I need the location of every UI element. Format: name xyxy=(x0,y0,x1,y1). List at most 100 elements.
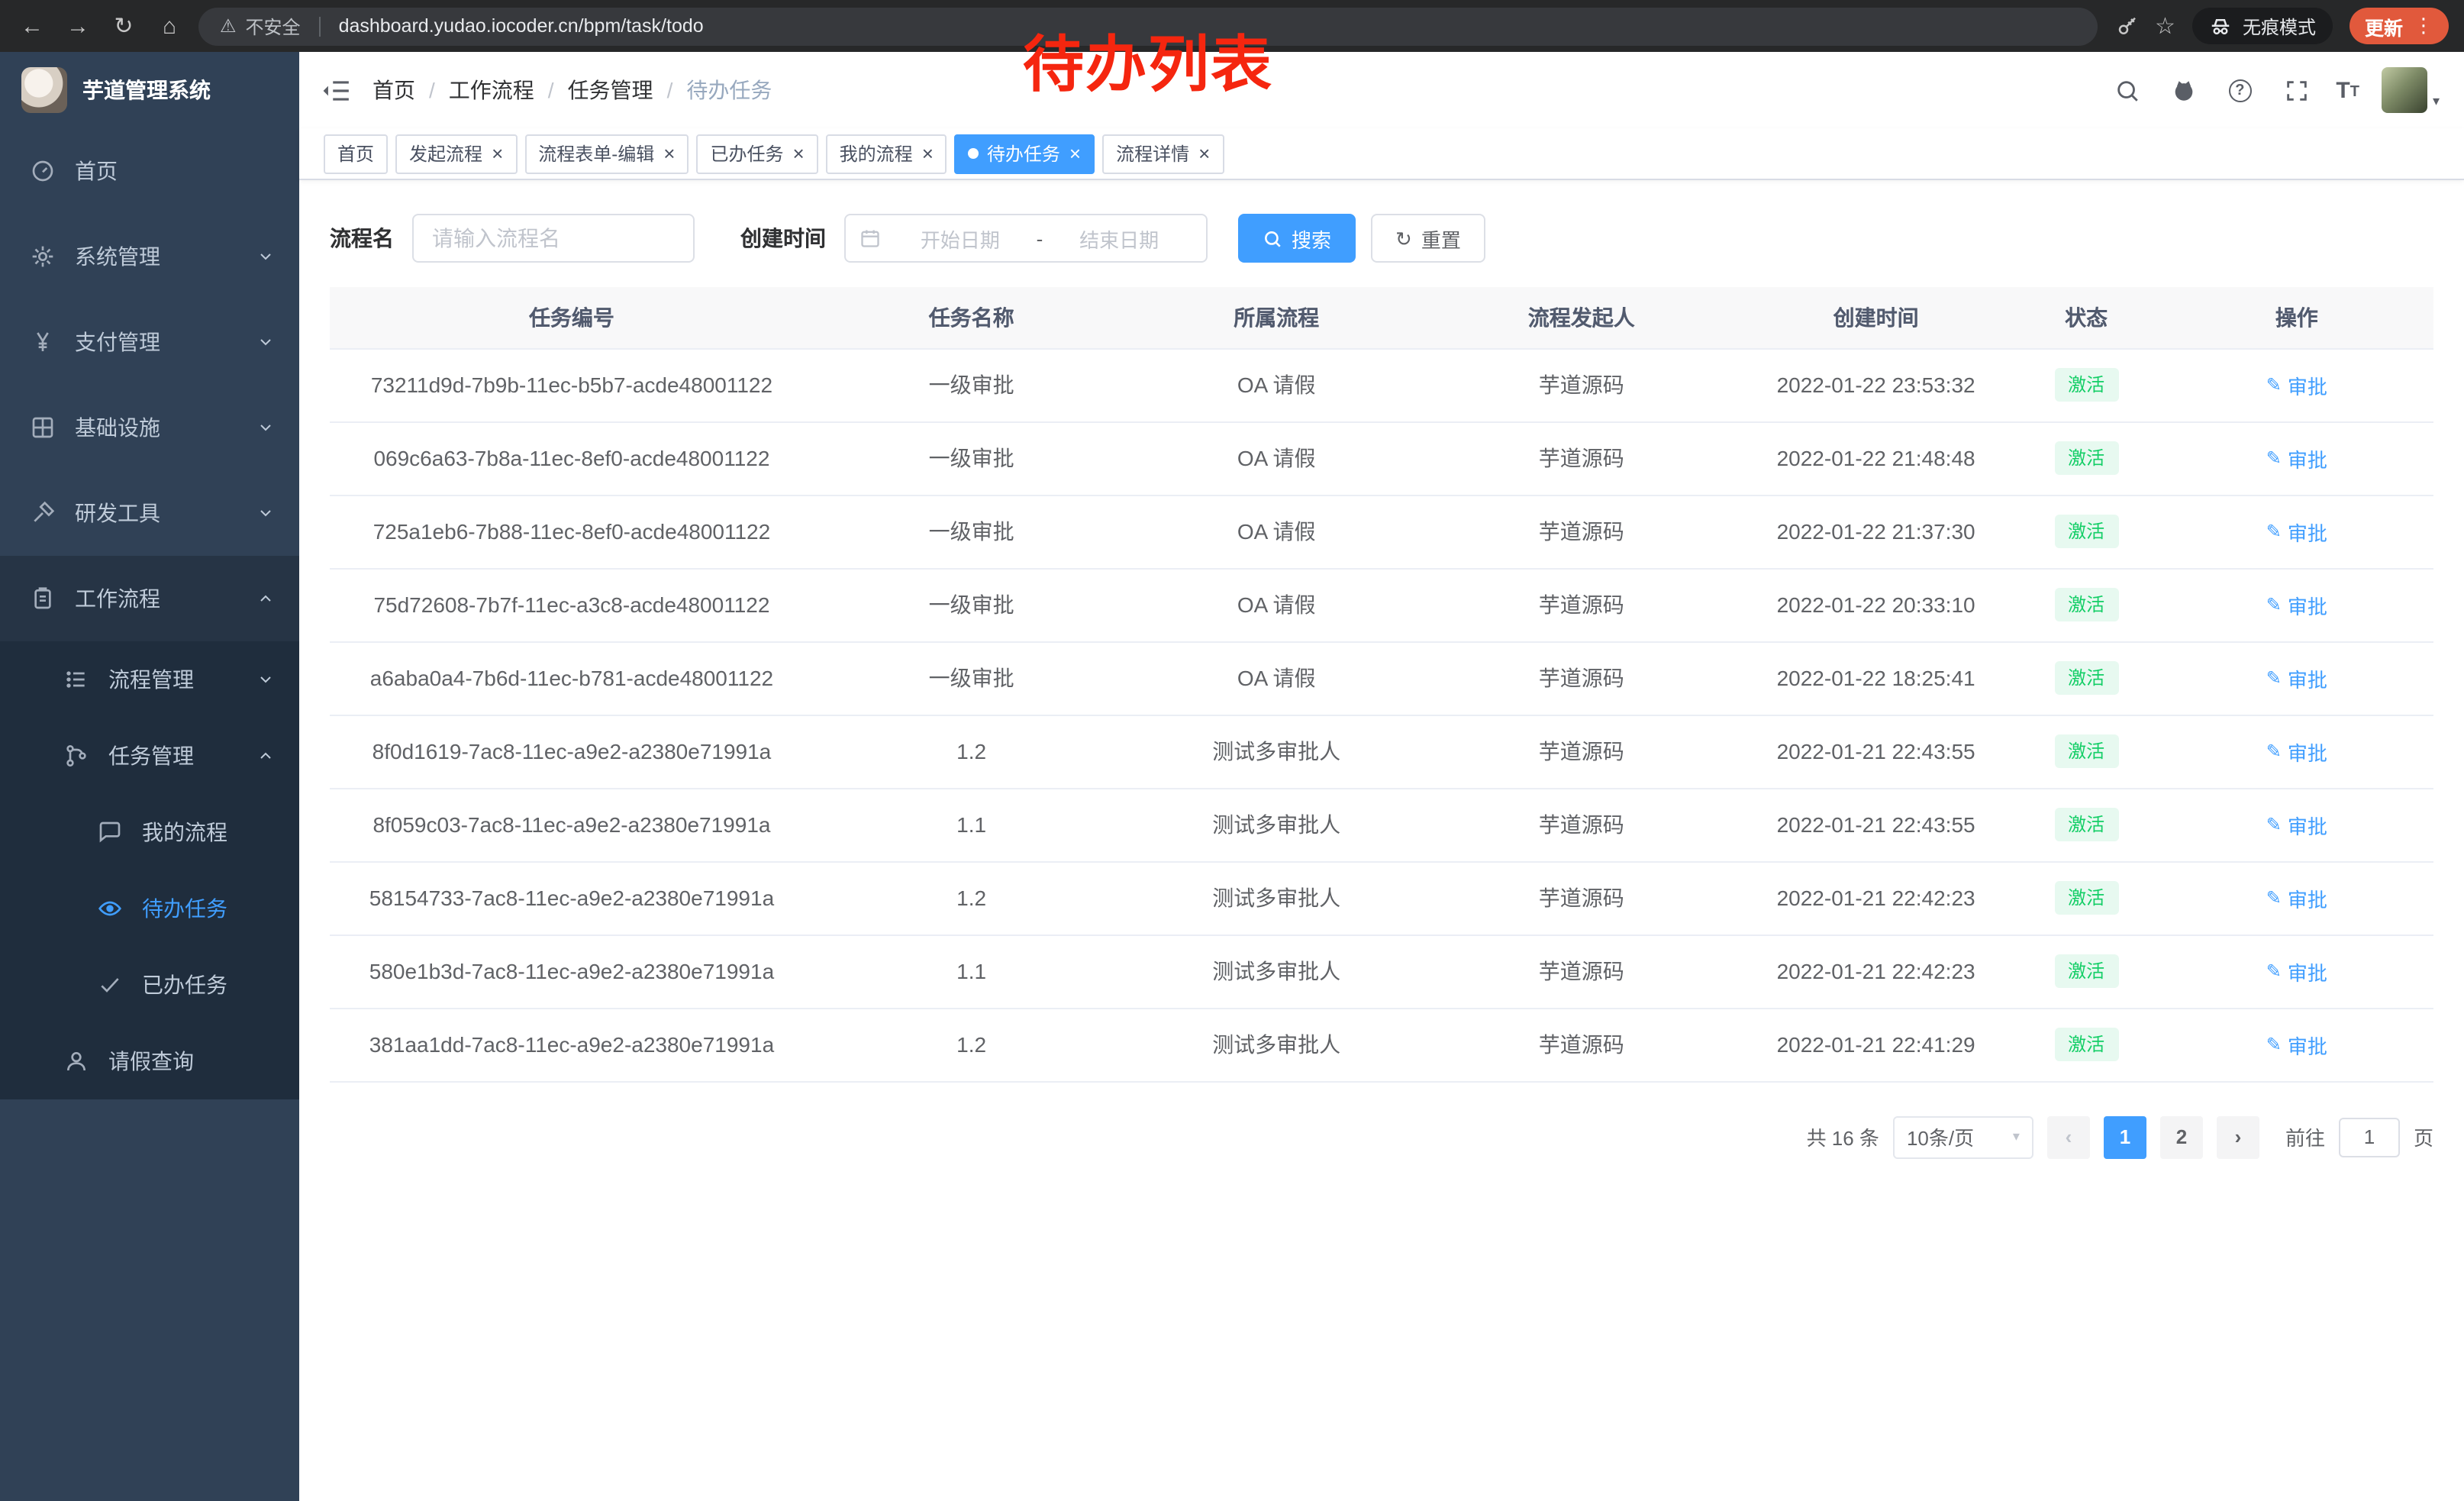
chevron-down-icon xyxy=(256,418,275,437)
browser-back-icon[interactable]: ← xyxy=(12,6,52,46)
edit-pen-icon: ✎ xyxy=(2266,374,2282,395)
tab-todo-tasks[interactable]: 待办任务 × xyxy=(955,134,1095,173)
sidebar-item-leave-query[interactable]: 请假查询 xyxy=(0,1023,299,1099)
status-badge: 激活 xyxy=(2054,588,2118,621)
cell-process: OA 请假 xyxy=(1129,641,1424,715)
breadcrumb-current: 待办任务 xyxy=(686,75,772,105)
cell-initiator: 芋道源码 xyxy=(1424,861,1739,934)
cell-created-at: 2022-01-22 18:25:41 xyxy=(1739,641,2012,715)
page-size-select[interactable]: 10条/页 ▾ xyxy=(1893,1115,2033,1158)
search-icon[interactable] xyxy=(2110,73,2143,107)
search-button[interactable]: 搜索 xyxy=(1238,214,1356,263)
sidebar-item-infra[interactable]: 基础设施 xyxy=(0,385,299,470)
reset-button[interactable]: ↻ 重置 xyxy=(1371,214,1485,263)
status-badge: 激活 xyxy=(2054,954,2118,988)
password-key-icon[interactable] xyxy=(2115,15,2138,37)
sidebar-item-done-tasks[interactable]: 已办任务 xyxy=(0,947,299,1023)
approve-link[interactable]: ✎审批 xyxy=(2266,737,2327,766)
browser-menu-icon[interactable]: ⋮ xyxy=(2414,14,2433,38)
approve-link[interactable]: ✎审批 xyxy=(2266,1030,2327,1059)
sidebar-item-devtools[interactable]: 研发工具 xyxy=(0,470,299,556)
url-text: dashboard.yudao.iocoder.cn/bpm/task/todo xyxy=(339,15,704,37)
close-icon[interactable]: × xyxy=(1069,144,1081,163)
goto-page-input[interactable] xyxy=(2339,1117,2400,1157)
search-icon xyxy=(1263,228,1282,248)
date-range-picker[interactable]: 开始日期 - 结束日期 xyxy=(844,214,1208,263)
breadcrumb-task-mgmt[interactable]: 任务管理 xyxy=(568,75,653,105)
breadcrumb-workflow[interactable]: 工作流程 xyxy=(449,75,534,105)
sidebar: 芋道管理系统 首页 系统管理 xyxy=(0,52,299,1501)
close-icon[interactable]: × xyxy=(663,144,675,163)
user-menu[interactable]: ▾ xyxy=(2382,67,2440,113)
cell-initiator: 芋道源码 xyxy=(1424,934,1739,1008)
bookmark-star-icon[interactable]: ☆ xyxy=(2155,12,2175,40)
pagination-total: 共 16 条 xyxy=(1807,1122,1879,1151)
prev-page-button[interactable]: ‹ xyxy=(2047,1115,2090,1158)
approve-link[interactable]: ✎审批 xyxy=(2266,663,2327,692)
topbar-actions: ? TT ▾ xyxy=(2110,67,2440,113)
font-size-icon[interactable]: TT xyxy=(2336,79,2359,102)
help-icon[interactable]: ? xyxy=(2223,73,2256,107)
sidebar-item-todo-tasks[interactable]: 待办任务 xyxy=(0,870,299,947)
close-icon[interactable]: × xyxy=(792,144,804,163)
approve-link[interactable]: ✎审批 xyxy=(2266,517,2327,546)
breadcrumb-separator: / xyxy=(667,78,673,102)
browser-home-icon[interactable]: ⌂ xyxy=(150,6,189,46)
calendar-icon xyxy=(859,228,881,249)
active-dot xyxy=(969,148,979,159)
sidebar-item-payment[interactable]: 支付管理 xyxy=(0,299,299,385)
tab-start-process[interactable]: 发起流程 × xyxy=(395,134,517,173)
cell-created-at: 2022-01-21 22:43:55 xyxy=(1739,788,2012,861)
tab-form-edit[interactable]: 流程表单-编辑 × xyxy=(524,134,689,173)
edit-pen-icon: ✎ xyxy=(2266,887,2282,909)
approve-link[interactable]: ✎审批 xyxy=(2266,810,2327,839)
close-icon[interactable]: × xyxy=(492,144,503,163)
dashboard-icon xyxy=(31,159,55,183)
chevron-up-icon xyxy=(256,747,275,765)
app-window: 芋道管理系统 首页 系统管理 xyxy=(0,52,2464,1501)
browser-reload-icon[interactable]: ↻ xyxy=(104,6,144,46)
sidebar-item-system[interactable]: 系统管理 xyxy=(0,214,299,299)
breadcrumb-home[interactable]: 首页 xyxy=(373,75,415,105)
status-badge: 激活 xyxy=(2054,515,2118,548)
tab-process-detail[interactable]: 流程详情 × xyxy=(1102,134,1224,173)
close-icon[interactable]: × xyxy=(1198,144,1210,163)
grid-icon xyxy=(31,415,55,440)
browser-forward-icon[interactable]: → xyxy=(58,6,98,46)
approve-link[interactable]: ✎审批 xyxy=(2266,370,2327,399)
cell-task-id: 8f059c03-7ac8-11ec-a9e2-a2380e71991a xyxy=(330,788,814,861)
sidebar-item-workflow[interactable]: 工作流程 xyxy=(0,556,299,641)
process-name-input[interactable] xyxy=(412,214,695,263)
page-button-2[interactable]: 2 xyxy=(2160,1115,2203,1158)
table-row: 73211d9d-7b9b-11ec-b5b7-acde48001122 一级审… xyxy=(330,348,2433,421)
update-button[interactable]: 更新 ⋮ xyxy=(2350,8,2449,44)
fullscreen-icon[interactable] xyxy=(2279,73,2313,107)
sidebar-collapse-icon[interactable] xyxy=(299,52,373,128)
next-page-button[interactable]: › xyxy=(2217,1115,2259,1158)
sidebar-item-task-mgmt[interactable]: 任务管理 xyxy=(0,718,299,794)
sidebar-item-home[interactable]: 首页 xyxy=(0,128,299,214)
close-icon[interactable]: × xyxy=(922,144,934,163)
page-button-1[interactable]: 1 xyxy=(2104,1115,2146,1158)
status-badge: 激活 xyxy=(2054,808,2118,841)
approve-link[interactable]: ✎审批 xyxy=(2266,883,2327,912)
tab-done-tasks[interactable]: 已办任务 × xyxy=(696,134,818,173)
approve-link[interactable]: ✎审批 xyxy=(2266,957,2327,986)
yen-icon xyxy=(31,330,55,354)
tab-my-process[interactable]: 我的流程 × xyxy=(826,134,947,173)
table-row: 725a1eb6-7b88-11ec-8ef0-acde48001122 一级审… xyxy=(330,495,2433,568)
approve-link[interactable]: ✎审批 xyxy=(2266,444,2327,473)
table-row: 8f059c03-7ac8-11ec-a9e2-a2380e71991a 1.1… xyxy=(330,788,2433,861)
tab-home[interactable]: 首页 xyxy=(324,134,388,173)
create-time-label: 创建时间 xyxy=(740,223,826,253)
sidebar-item-process-mgmt[interactable]: 流程管理 xyxy=(0,641,299,718)
update-label: 更新 xyxy=(2365,11,2403,40)
sidebar-item-my-process[interactable]: 我的流程 xyxy=(0,794,299,870)
approve-link[interactable]: ✎审批 xyxy=(2266,590,2327,619)
github-icon[interactable] xyxy=(2166,73,2200,107)
cell-created-at: 2022-01-21 22:43:55 xyxy=(1739,715,2012,788)
cell-initiator: 芋道源码 xyxy=(1424,641,1739,715)
url-divider xyxy=(319,16,321,36)
app-logo-row[interactable]: 芋道管理系统 xyxy=(0,52,299,128)
col-actions: 操作 xyxy=(2160,287,2433,348)
